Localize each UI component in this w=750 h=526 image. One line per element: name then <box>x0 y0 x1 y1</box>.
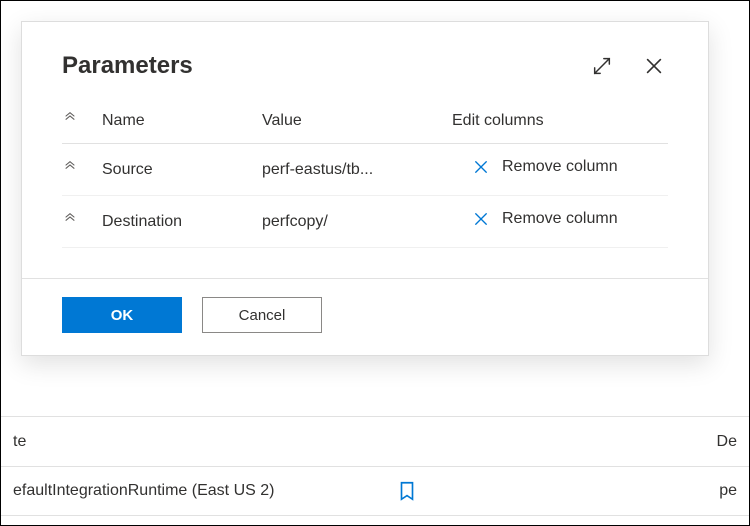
remove-column-label: Remove column <box>502 210 618 228</box>
header-name[interactable]: Name <box>102 112 262 130</box>
dialog-title: Parameters <box>62 52 588 80</box>
dialog-header: Parameters <box>22 22 708 98</box>
bg-text-right: pe <box>719 482 737 500</box>
parameters-table: Name Value Edit columns Source perf-east… <box>22 98 708 278</box>
x-icon <box>472 158 490 176</box>
remove-column-button[interactable]: Remove column <box>472 158 618 176</box>
chevron-up-icon[interactable] <box>62 110 78 131</box>
remove-column-label: Remove column <box>502 158 618 176</box>
header-edit-columns[interactable]: Edit columns <box>452 112 668 130</box>
chevron-up-icon[interactable] <box>62 159 78 180</box>
table-row: Source perf-eastus/tb... Remove column <box>62 144 668 196</box>
ok-button[interactable]: OK <box>62 297 182 333</box>
header-value[interactable]: Value <box>262 112 452 130</box>
background-row: te De <box>1 416 749 466</box>
background-row: efaultIntegrationRuntime (East US 2) pe <box>1 466 749 516</box>
cell-value: perf-eastus/tb... <box>262 161 452 179</box>
bg-text-right: De <box>717 433 737 451</box>
parameters-dialog: Parameters <box>21 21 709 356</box>
table-header-row: Name Value Edit columns <box>62 98 668 144</box>
cancel-button[interactable]: Cancel <box>202 297 322 333</box>
bg-text-left: efaultIntegrationRuntime (East US 2) <box>13 482 274 500</box>
bg-text-left: te <box>13 433 26 451</box>
close-icon[interactable] <box>640 52 668 80</box>
dialog-footer: OK Cancel <box>22 278 708 355</box>
remove-column-button[interactable]: Remove column <box>472 210 618 228</box>
expand-icon[interactable] <box>588 52 616 80</box>
bookmark-icon[interactable] <box>396 480 418 502</box>
x-icon <box>472 210 490 228</box>
table-row: Destination perfcopy/ Remove column <box>62 196 668 248</box>
chevron-up-icon[interactable] <box>62 211 78 232</box>
cell-value: perfcopy/ <box>262 213 452 231</box>
cell-name: Destination <box>102 213 262 231</box>
cell-name: Source <box>102 161 262 179</box>
